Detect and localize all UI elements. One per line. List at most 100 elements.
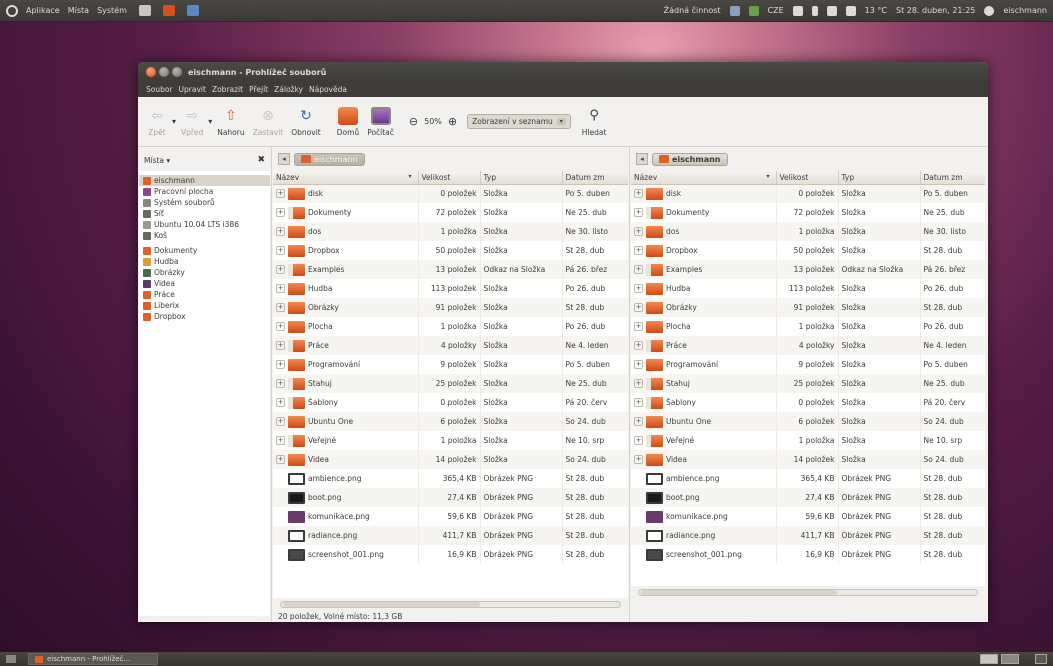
- expand-icon[interactable]: +: [634, 303, 643, 312]
- table-row[interactable]: komunikace.png 59,6 KB Obrázek PNG St 28. d…: [631, 507, 985, 526]
- sidebar-item-syst-m-soubor-[interactable]: Systém souborů: [139, 197, 270, 208]
- table-row[interactable]: + Dokumenty 72 položek Složka Ne 25. dub: [273, 203, 628, 222]
- sidebar-item-videa[interactable]: Videa: [139, 278, 270, 289]
- forward-button[interactable]: ⇨ Vpřed: [178, 100, 206, 144]
- expand-icon[interactable]: +: [634, 436, 643, 445]
- search-button[interactable]: ⚲ Hledat: [579, 100, 610, 144]
- table-row[interactable]: radiance.png 411,7 KB Obrázek PNG St 28. du…: [631, 526, 985, 545]
- keyboard-layout[interactable]: CZE: [768, 6, 784, 15]
- network-status-icon[interactable]: [729, 5, 740, 16]
- expand-icon[interactable]: +: [276, 246, 285, 255]
- right-scrollbar-thumb[interactable]: [641, 589, 838, 595]
- taskbar-window-button[interactable]: eischmann - Prohlížeč...: [28, 653, 158, 665]
- menu-view[interactable]: Zobrazit: [212, 85, 243, 94]
- home-button[interactable]: Domů: [334, 100, 362, 144]
- close-window-button[interactable]: [146, 67, 156, 77]
- mail-icon[interactable]: [845, 5, 856, 16]
- files-launcher-icon[interactable]: [138, 5, 151, 16]
- left-scrollbar-thumb[interactable]: [283, 601, 480, 607]
- right-horizontal-scrollbar[interactable]: [630, 586, 986, 598]
- table-row[interactable]: + Obrázky 91 položek Složka St 28. dub: [631, 298, 985, 317]
- expand-icon[interactable]: +: [634, 417, 643, 426]
- expand-icon[interactable]: +: [276, 208, 285, 217]
- zoom-in-icon[interactable]: ⊕: [448, 115, 457, 128]
- table-row[interactable]: + Programování 9 položek Složka Po 5. duben: [631, 355, 985, 374]
- table-row[interactable]: + Šablony 0 položek Složka Pá 20. červ: [273, 393, 628, 412]
- table-row[interactable]: + Plocha 1 položka Složka Po 26. dub: [273, 317, 628, 336]
- type-column-header[interactable]: Typ: [838, 171, 921, 185]
- table-row[interactable]: ambience.png 365,4 KB Obrázek PNG St 28. du…: [273, 469, 628, 488]
- table-row[interactable]: + Hudba 113 položek Složka Po 26. dub: [631, 279, 985, 298]
- sidebar-item-liberix[interactable]: Liberix: [139, 300, 270, 311]
- left-path-back-icon[interactable]: ◂: [278, 153, 290, 165]
- expand-icon[interactable]: +: [276, 436, 285, 445]
- expand-icon[interactable]: +: [634, 284, 643, 293]
- firefox-launcher-icon[interactable]: [162, 5, 175, 16]
- left-path-crumb[interactable]: eischmann: [294, 152, 365, 166]
- up-button[interactable]: ⇧ Nahoru: [214, 100, 247, 144]
- name-column-header[interactable]: Název ▾: [273, 171, 419, 185]
- sidebar-title[interactable]: Místa ▾: [144, 156, 170, 165]
- table-row[interactable]: + Ubuntu One 6 položek Složka So 24. dub: [631, 412, 985, 431]
- expand-icon[interactable]: +: [634, 246, 643, 255]
- left-horizontal-scrollbar[interactable]: [272, 598, 629, 610]
- sidebar-item-pr-ce[interactable]: Práce: [139, 289, 270, 300]
- table-row[interactable]: + Hudba 113 položek Složka Po 26. dub: [273, 279, 628, 298]
- maximize-window-button[interactable]: [172, 67, 182, 77]
- date-column-header[interactable]: Datum zm: [562, 171, 628, 185]
- menu-applications[interactable]: Aplikace: [26, 6, 60, 15]
- expand-icon[interactable]: +: [276, 398, 285, 407]
- forward-history-dropdown-icon[interactable]: ▾: [208, 117, 212, 126]
- menu-system[interactable]: Systém: [97, 6, 127, 15]
- stop-button[interactable]: ⊗ Zastavit: [250, 100, 287, 144]
- expand-icon[interactable]: +: [276, 189, 285, 199]
- table-row[interactable]: boot.png 27,4 KB Obrázek PNG St 28. dub: [273, 488, 628, 507]
- expand-icon[interactable]: +: [634, 322, 643, 331]
- table-row[interactable]: boot.png 27,4 KB Obrázek PNG St 28. dub: [631, 488, 985, 507]
- table-row[interactable]: ambience.png 365,4 KB Obrázek PNG St 28. du…: [631, 469, 985, 488]
- expand-icon[interactable]: +: [276, 417, 285, 426]
- table-row[interactable]: + Ubuntu One 6 položek Složka So 24. dub: [273, 412, 628, 431]
- sidebar-item-obr-zky[interactable]: Obrázky: [139, 267, 270, 278]
- expand-icon[interactable]: +: [276, 227, 285, 236]
- menu-go[interactable]: Přejít: [249, 85, 268, 94]
- computer-button[interactable]: Počítač: [364, 100, 397, 144]
- table-row[interactable]: + Šablony 0 položek Složka Pá 20. červ: [631, 393, 985, 412]
- menu-places[interactable]: Místa: [68, 6, 89, 15]
- help-launcher-icon[interactable]: [186, 5, 199, 16]
- expand-icon[interactable]: +: [634, 455, 643, 464]
- expand-icon[interactable]: +: [276, 379, 285, 388]
- volume-icon[interactable]: [826, 5, 837, 16]
- expand-icon[interactable]: +: [634, 208, 643, 217]
- expand-icon[interactable]: +: [276, 360, 285, 369]
- titlebar[interactable]: eischmann - Prohlížeč souborů: [138, 62, 988, 82]
- size-column-header[interactable]: Velikost: [776, 171, 839, 185]
- workspace-1[interactable]: [980, 654, 998, 664]
- right-path-crumb[interactable]: eischmann: [652, 152, 728, 166]
- table-row[interactable]: screenshot_001.png 16,9 KB Obrázek PNG St 2…: [273, 545, 628, 564]
- sidebar-close-icon[interactable]: ✖: [257, 155, 265, 165]
- back-history-dropdown-icon[interactable]: ▾: [172, 117, 176, 126]
- table-row[interactable]: screenshot_001.png 16,9 KB Obrázek PNG St 2…: [631, 545, 985, 564]
- clock[interactable]: St 28. duben, 21:25: [896, 6, 975, 15]
- user-name[interactable]: eischmann: [1003, 6, 1047, 15]
- expand-icon[interactable]: +: [276, 341, 285, 350]
- weather-temperature[interactable]: 13 °C: [865, 6, 887, 15]
- sidebar-item-s-[interactable]: Síť: [139, 208, 270, 219]
- table-row[interactable]: + Plocha 1 položka Složka Po 26. dub: [631, 317, 985, 336]
- expand-icon[interactable]: +: [276, 265, 285, 274]
- table-row[interactable]: + dos 1 položka Složka Ne 30. listo: [631, 222, 985, 241]
- view-mode-select[interactable]: Zobrazení v seznamu ▾: [467, 114, 571, 129]
- date-column-header[interactable]: Datum zm: [920, 171, 985, 185]
- table-row[interactable]: + Videa 14 položek Složka So 24. dub: [631, 450, 985, 469]
- table-row[interactable]: + Programování 9 položek Složka Po 5. duben: [273, 355, 628, 374]
- table-row[interactable]: + Dokumenty 72 položek Složka Ne 25. dub: [631, 203, 985, 222]
- show-desktop-icon[interactable]: [6, 655, 16, 663]
- sidebar-item-dokumenty[interactable]: Dokumenty: [139, 245, 270, 256]
- table-row[interactable]: + Stahuj 25 položek Složka Ne 25. dub: [273, 374, 628, 393]
- expand-icon[interactable]: +: [634, 398, 643, 407]
- expand-icon[interactable]: +: [634, 265, 643, 274]
- expand-icon[interactable]: +: [634, 227, 643, 236]
- expand-icon[interactable]: +: [634, 189, 643, 199]
- name-column-header[interactable]: Název ▾: [631, 171, 777, 185]
